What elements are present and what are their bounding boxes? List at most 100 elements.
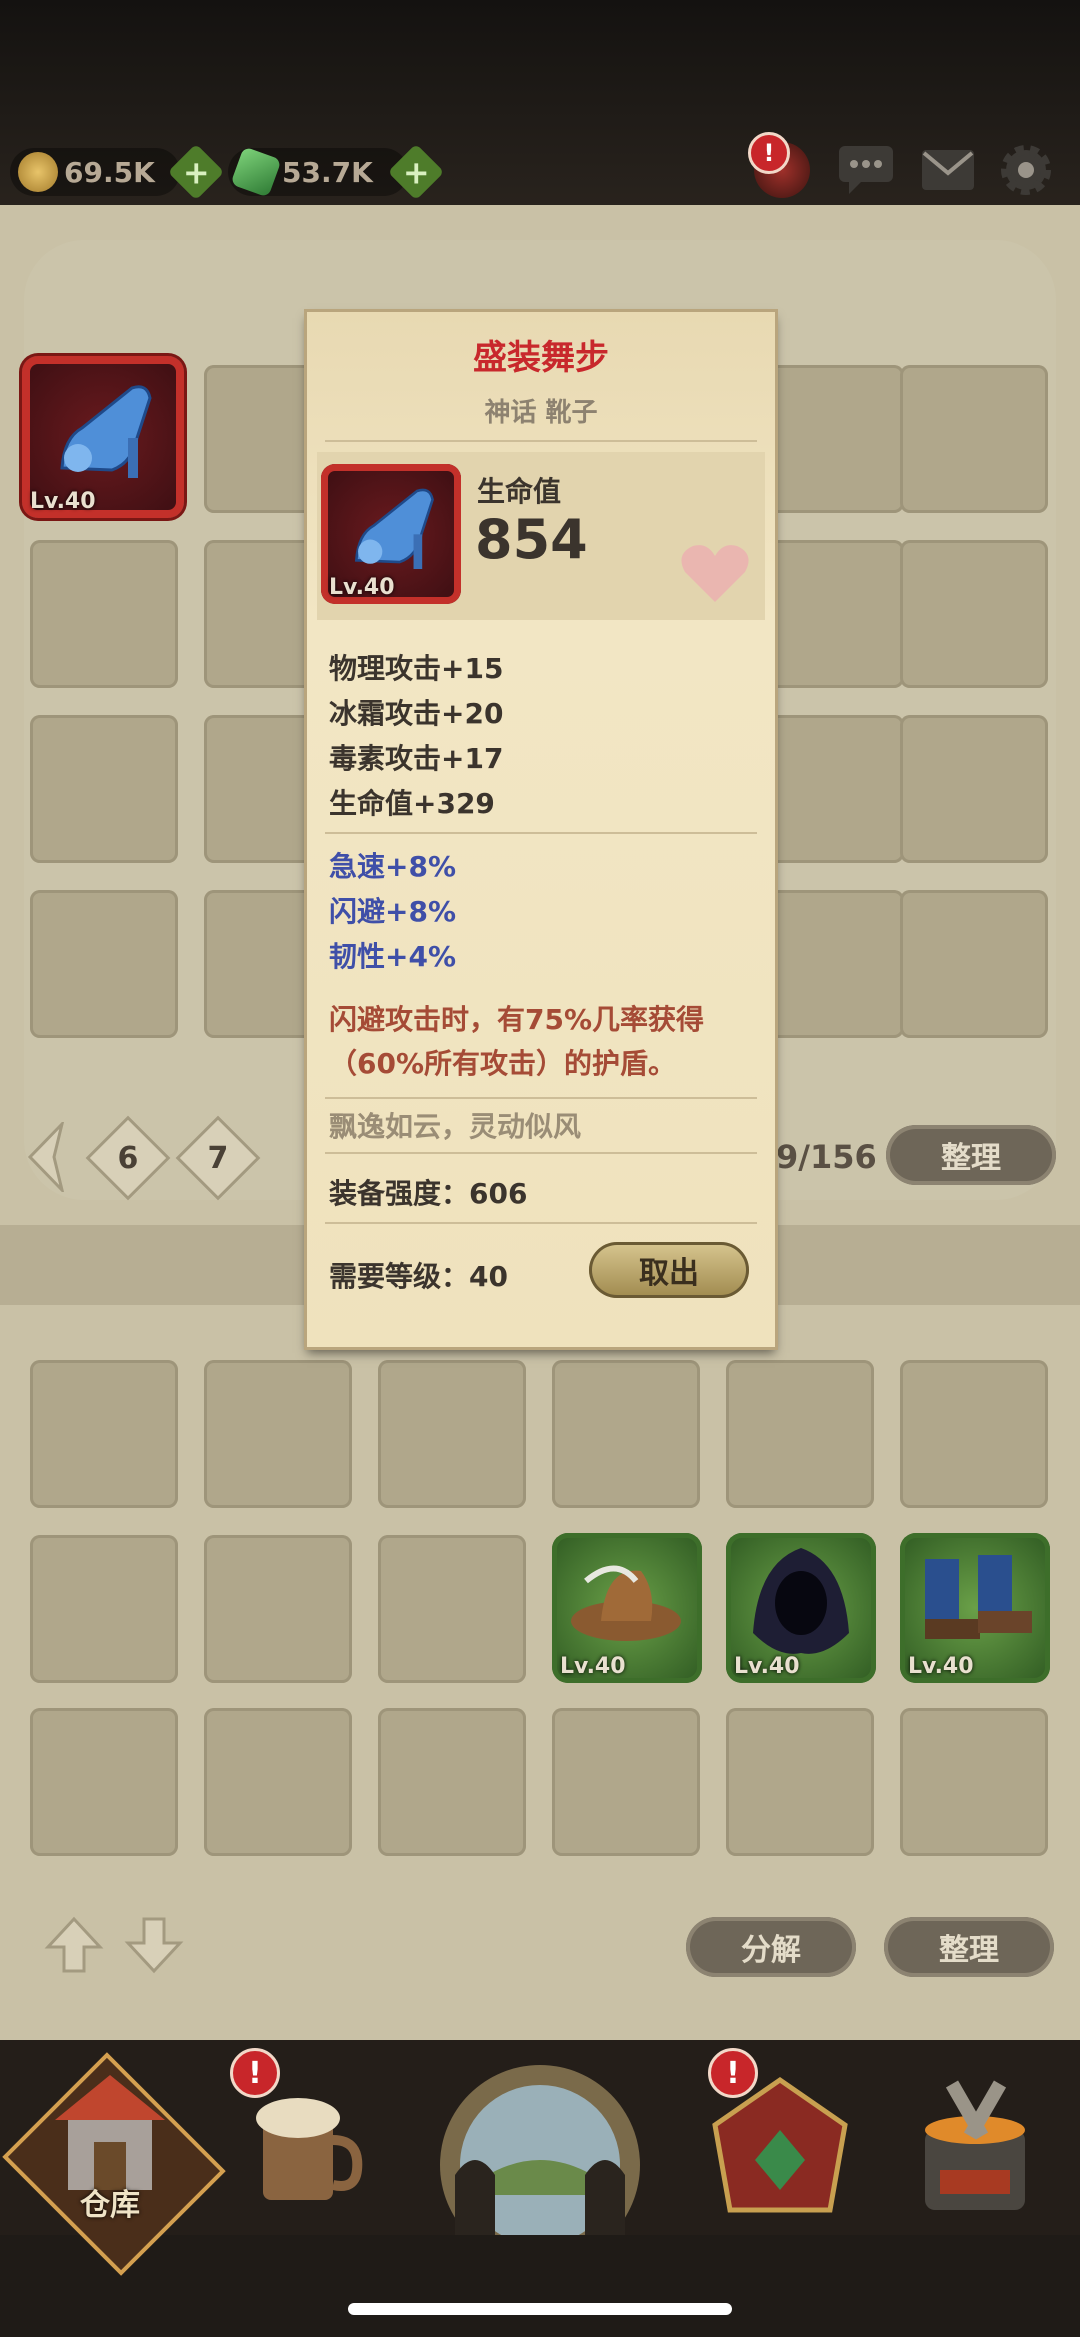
slot[interactable]	[378, 1535, 526, 1683]
item-tooltip: 盛装舞步 神话 靴子 Lv.40 生命值 854 物理攻击+15 冰霜攻击+20…	[307, 312, 775, 1347]
divider	[325, 832, 757, 834]
scroll-up-button[interactable]	[44, 1915, 104, 1975]
slot[interactable]	[30, 1360, 178, 1508]
divider	[325, 1152, 757, 1154]
bonus-stat-line: 韧性+4%	[329, 940, 456, 973]
hat-icon	[571, 1565, 681, 1641]
boots-icon	[925, 1555, 1032, 1639]
main-stat-value: 854	[475, 508, 588, 571]
slot[interactable]	[900, 1360, 1048, 1508]
settings-gear-icon	[1001, 145, 1051, 195]
portal-icon	[440, 2065, 640, 2235]
item-level: Lv.40	[30, 489, 96, 514]
slot[interactable]	[30, 715, 178, 863]
nav-warehouse-label: 仓库	[80, 2188, 140, 2223]
glass-slipper-icon	[60, 385, 152, 478]
slot[interactable]	[756, 540, 904, 688]
item-icon-frame: Lv.40	[321, 464, 461, 604]
slot[interactable]	[900, 365, 1048, 513]
hat-item[interactable]: Lv.40	[552, 1533, 702, 1683]
tooltip-item-level: Lv.40	[329, 575, 395, 600]
chevron-left-icon	[27, 1119, 65, 1195]
chat-button[interactable]	[836, 140, 896, 200]
page-6-label: 6	[117, 1140, 139, 1176]
slot[interactable]	[30, 890, 178, 1038]
slot[interactable]	[726, 1708, 874, 1856]
mail-icon	[922, 150, 974, 190]
arrow-up-icon	[44, 1916, 104, 1973]
slot[interactable]	[900, 890, 1048, 1038]
stat-line: 冰霜攻击+20	[329, 697, 504, 730]
slot[interactable]	[378, 1360, 526, 1508]
item-level: Lv.40	[734, 1654, 800, 1679]
slot[interactable]	[900, 1708, 1048, 1856]
take-out-button[interactable]: 取出	[589, 1242, 749, 1298]
slot[interactable]	[30, 1708, 178, 1856]
slot[interactable]	[378, 1708, 526, 1856]
divider	[325, 1222, 757, 1224]
arrow-down-icon	[124, 1917, 184, 1974]
tavern-alert-badge-icon: !	[230, 2048, 280, 2098]
gem-icon	[230, 146, 282, 198]
slot[interactable]	[30, 1535, 178, 1683]
chat-icon	[839, 146, 893, 194]
slot[interactable]	[756, 715, 904, 863]
slot[interactable]	[204, 1708, 352, 1856]
divider	[325, 440, 757, 442]
nav-tavern[interactable]: !	[215, 2048, 395, 2240]
slot[interactable]	[204, 1360, 352, 1508]
page-7-label: 7	[207, 1140, 229, 1176]
slot[interactable]	[756, 365, 904, 513]
slot[interactable]	[900, 540, 1048, 688]
scroll-down-button[interactable]	[124, 1915, 184, 1975]
settings-button[interactable]	[996, 140, 1056, 200]
slot[interactable]	[726, 1360, 874, 1508]
alert-badge-icon: !	[748, 132, 790, 174]
beer-mug-icon	[256, 2098, 363, 2200]
nav-warehouse[interactable]: 仓库	[2, 2050, 226, 2276]
flavor-text: 飘逸如云，灵动似风	[329, 1110, 582, 1143]
nav-forge[interactable]	[880, 2050, 1070, 2240]
heart-icon	[681, 545, 749, 602]
gold-counter: 69.5K	[10, 148, 180, 196]
slot[interactable]	[30, 540, 178, 688]
effect-description: 闪避攻击时，有75%几率获得（60%所有攻击）的护盾。	[329, 1003, 705, 1080]
forge-icon	[925, 2080, 1025, 2210]
equipped-boot-item[interactable]: Lv.40	[22, 356, 184, 518]
stat-line: 毒素攻击+17	[329, 742, 504, 775]
profile-alert-button[interactable]: !	[748, 132, 812, 200]
hood-item[interactable]: Lv.40	[726, 1533, 876, 1683]
slot[interactable]	[204, 1535, 352, 1683]
prev-page-button[interactable]	[26, 1119, 66, 1195]
required-level: 需要等级：40	[329, 1260, 508, 1293]
hood-icon	[753, 1548, 849, 1654]
main-stat-label: 生命值	[477, 475, 562, 508]
boots-item[interactable]: Lv.40	[900, 1533, 1050, 1683]
stat-line: 物理攻击+15	[329, 652, 504, 685]
stat-line: 生命值+329	[329, 787, 495, 820]
slot[interactable]	[552, 1708, 700, 1856]
item-subtitle: 神话 靴子	[484, 398, 598, 428]
bonus-stat-line: 闪避+8%	[329, 895, 456, 928]
item-title: 盛装舞步	[473, 338, 609, 378]
slot[interactable]	[756, 890, 904, 1038]
item-level: Lv.40	[560, 1654, 626, 1679]
gem-counter: 53.7K	[228, 146, 408, 198]
gold-value: 69.5K	[64, 155, 155, 189]
capacity-count: 9/156	[776, 1138, 877, 1176]
shrine-alert-badge-icon: !	[708, 2048, 758, 2098]
nav-shrine[interactable]: !	[690, 2048, 870, 2240]
mail-button[interactable]	[918, 140, 978, 200]
nav-adventure[interactable]	[410, 2050, 670, 2240]
item-level: Lv.40	[908, 1654, 974, 1679]
glass-slipper-icon	[354, 488, 434, 569]
slot[interactable]	[900, 715, 1048, 863]
coin-icon	[18, 152, 58, 192]
sort-upper-button[interactable]: 整理	[886, 1125, 1056, 1185]
divider	[325, 1097, 757, 1099]
sort-lower-button[interactable]: 整理	[884, 1917, 1054, 1977]
slot[interactable]	[552, 1360, 700, 1508]
bonus-stat-line: 急速+8%	[329, 850, 456, 883]
equipment-power: 装备强度：606	[329, 1177, 528, 1210]
decompose-button[interactable]: 分解	[686, 1917, 856, 1977]
